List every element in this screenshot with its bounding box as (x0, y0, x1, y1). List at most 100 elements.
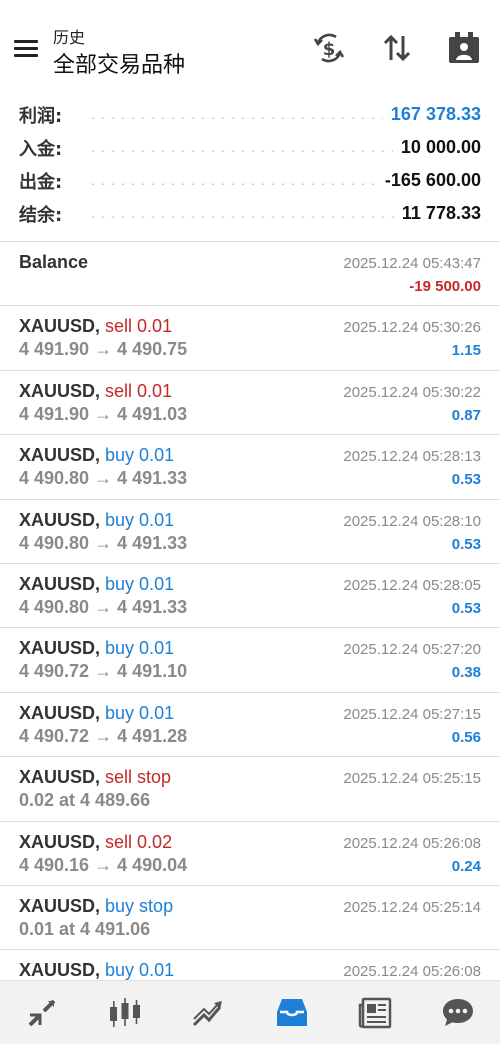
summary-row-profit: 利润: 167 378.33 (0, 98, 500, 131)
deal-prices: 4 491.90 → 4 491.03 (19, 403, 188, 424)
deal-action: sell 0.01 (105, 316, 173, 337)
deal-time: 2025.12.24 05:25:15 (343, 770, 481, 788)
deal-row[interactable]: XAUUSD, buy 0.01 4 490.80 → 4 491.33 2025.… (0, 435, 500, 500)
deal-symbol: XAUUSD (19, 702, 96, 723)
deal-title: XAUUSD, buy 0.01 (19, 960, 174, 980)
deal-row[interactable]: XAUUSD, sell 0.02 4 490.16 → 4 490.04 2025… (0, 822, 500, 886)
deal-prices: 0.02 at 4 489.66 (19, 790, 151, 811)
summary-row-deposit: 入金: 10 000.00 (0, 131, 500, 164)
summary-value-withdrawal: -165 600.00 (384, 170, 481, 190)
deal-prices: 4 490.80 → 4 491.33 (19, 532, 188, 553)
deal-symbol: XAUUSD (19, 380, 96, 401)
summary-row-balance: 结余: 11 778.33 (0, 197, 500, 230)
deal-row[interactable]: Balance 2025.12.24 05:43:47 -19 500.00 (0, 242, 500, 307)
deal-symbol: XAUUSD (19, 895, 96, 916)
history-icon (276, 999, 307, 1026)
deal-list[interactable]: Balance 2025.12.24 05:43:47 -19 500.00 XAUU… (0, 242, 500, 980)
nav-trade[interactable] (167, 981, 250, 1044)
deal-title: XAUUSD, buy 0.01 (19, 703, 174, 724)
dotted-leader (88, 116, 383, 119)
news-icon (358, 997, 392, 1029)
deal-row[interactable]: XAUUSD, buy 0.01 4 490.72 → 4 491.28 2025.… (0, 693, 500, 758)
deal-symbol: XAUUSD (19, 638, 96, 659)
dotted-leader (88, 215, 394, 218)
deal-prices: 4 490.72 → 4 491.28 (19, 725, 188, 746)
summary-label: 入金: (19, 138, 63, 160)
deal-profit: 0.24 (451, 857, 481, 875)
dotted-leader (88, 182, 377, 185)
deal-profit: -19 500.00 (409, 278, 481, 295)
deal-symbol: XAUUSD (19, 509, 96, 530)
chat-icon (443, 999, 474, 1026)
deal-action: buy stop (105, 895, 174, 916)
summary-value-balance: 11 778.33 (401, 203, 481, 223)
deal-separator: , (95, 380, 106, 401)
summary-label: 利润: (19, 105, 63, 127)
deal-row[interactable]: XAUUSD, buy 0.01 4 490.80 → 4 491.33 2025.… (0, 564, 500, 629)
deal-row[interactable]: XAUUSD, buy 0.01 2025.12.24 05:26:08 (0, 950, 500, 980)
app-header: 历史 全部交易品种 $ (0, 0, 500, 92)
nav-news[interactable] (333, 981, 416, 1044)
deal-separator: , (95, 895, 106, 916)
deal-profit: 0.53 (451, 471, 481, 489)
summary-label: 结余: (19, 204, 63, 226)
deal-prices: 4 490.80 → 4 491.33 (19, 596, 188, 617)
deal-title: XAUUSD, buy 0.01 (19, 574, 174, 595)
deal-profit: 0.53 (451, 599, 481, 617)
deal-prices: 4 490.80 → 4 491.33 (19, 468, 188, 489)
sort-icon[interactable] (379, 30, 415, 66)
deal-prices: 4 490.72 → 4 491.10 (19, 661, 188, 682)
summary-value-deposit: 10 000.00 (400, 137, 481, 157)
deal-profit: 0.56 (451, 728, 481, 746)
deal-symbol: XAUUSD (19, 831, 96, 852)
trade-icon (193, 1001, 223, 1027)
deal-time: 2025.12.24 05:25:14 (343, 898, 481, 916)
chart-icon (109, 998, 140, 1027)
deal-action: buy 0.01 (105, 445, 175, 466)
nav-quotes[interactable] (0, 981, 83, 1044)
deal-title: Balance (19, 252, 88, 273)
deal-symbol: XAUUSD (19, 573, 96, 594)
deal-prices: 4 491.90 → 4 490.75 (19, 339, 188, 360)
deal-row[interactable]: XAUUSD, buy 0.01 4 490.80 → 4 491.33 2025.… (0, 500, 500, 564)
deal-title: XAUUSD, sell 0.01 (19, 316, 172, 337)
deal-action: buy 0.01 (105, 702, 175, 723)
deal-time: 2025.12.24 05:27:20 (343, 641, 481, 659)
currency-exchange-icon[interactable]: $ (311, 30, 347, 66)
deal-separator: , (95, 638, 106, 659)
bottom-nav (0, 980, 500, 1044)
deal-time: 2025.12.24 05:27:15 (343, 705, 481, 723)
deal-time: 2025.12.24 05:30:22 (343, 383, 481, 401)
deal-title: XAUUSD, sell 0.01 (19, 381, 172, 402)
deal-action: buy 0.01 (105, 638, 175, 659)
deal-title: XAUUSD, buy 0.01 (19, 510, 174, 531)
deal-symbol: Balance (19, 252, 89, 272)
nav-chart[interactable] (83, 981, 166, 1044)
deal-separator: , (95, 316, 106, 337)
deal-action: sell 0.02 (105, 831, 173, 852)
deal-profit: 0.38 (451, 664, 481, 682)
deal-symbol: XAUUSD (19, 445, 96, 466)
deal-time: 2025.12.24 05:43:47 (343, 255, 481, 272)
nav-chat[interactable] (417, 981, 500, 1044)
deal-title: XAUUSD, buy 0.01 (19, 445, 174, 466)
deal-row[interactable]: XAUUSD, sell 0.01 4 491.90 → 4 491.03 2025… (0, 371, 500, 436)
calendar-period-icon[interactable] (446, 30, 482, 66)
deal-time: 2025.12.24 05:28:05 (343, 576, 481, 594)
deal-row[interactable]: XAUUSD, sell 0.01 4 491.90 → 4 490.75 2025… (0, 306, 500, 371)
menu-icon[interactable] (12, 36, 40, 62)
deal-separator: , (95, 960, 106, 980)
account-summary: 利润: 167 378.33 入金: 10 000.00 出金: -165 60… (0, 98, 500, 230)
deal-profit: 0.53 (451, 535, 481, 553)
summary-row-withdrawal: 出金: -165 600.00 (0, 164, 500, 197)
deal-row[interactable]: XAUUSD, buy 0.01 4 490.72 → 4 491.10 2025.… (0, 628, 500, 693)
nav-history[interactable] (250, 981, 333, 1044)
deal-row[interactable]: XAUUSD, buy stop 0.01 at 4 491.06 2025.12.… (0, 886, 500, 951)
page-title[interactable]: 全部交易品种 (53, 47, 185, 79)
deal-prices: 0.01 at 4 491.06 (19, 918, 151, 939)
dotted-leader (88, 149, 393, 152)
deal-row[interactable]: XAUUSD, sell stop 0.02 at 4 489.66 2025.12… (0, 757, 500, 822)
deal-title: XAUUSD, buy 0.01 (19, 638, 174, 659)
deal-time: 2025.12.24 05:28:13 (343, 448, 481, 466)
page-subtitle: 历史 (53, 30, 86, 47)
